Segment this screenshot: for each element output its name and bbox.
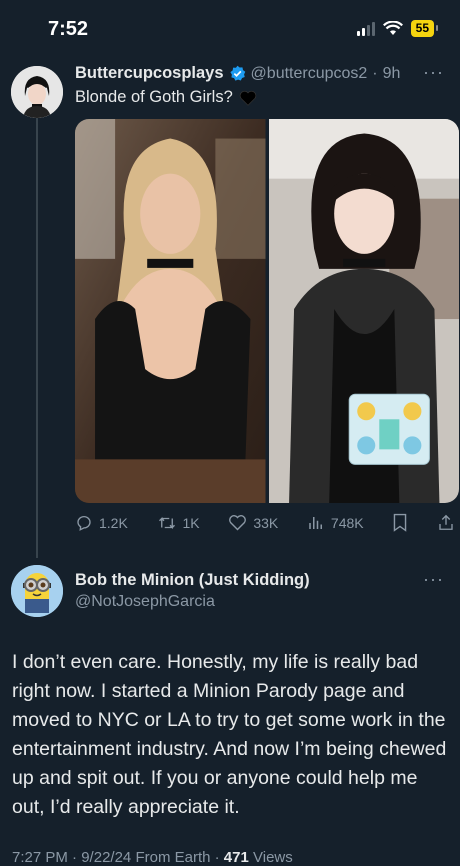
more-options-icon[interactable]: ··· — [423, 62, 444, 83]
tweet-text: Blonde of Goth Girls? — [75, 88, 257, 107]
retweet-icon — [158, 516, 175, 529]
separator-dot: · — [372, 64, 378, 82]
signal-icon — [356, 21, 375, 36]
views-count: 471 — [223, 849, 249, 866]
photo-goth[interactable] — [268, 119, 459, 503]
like-button[interactable]: 33K — [228, 514, 278, 531]
retweet-count: 1K — [182, 514, 200, 531]
status-indicators: 55 — [356, 20, 439, 37]
views-button[interactable]: 748K — [307, 514, 364, 532]
reply-button[interactable]: 1.2K — [75, 514, 128, 532]
analytics-icon — [309, 516, 322, 529]
like-count: 33K — [253, 514, 279, 531]
retweet-button[interactable]: 1K — [157, 514, 200, 532]
reply-icon — [77, 515, 91, 531]
author-handle[interactable]: @buttercupcos2 — [251, 65, 368, 83]
avatar[interactable] — [11, 565, 63, 617]
tweet-media[interactable] — [75, 119, 459, 503]
author-handle[interactable]: @NotJosephGarcia — [75, 593, 215, 611]
views-label: Views — [253, 849, 293, 866]
black-heart-icon — [239, 90, 256, 106]
heart-icon — [229, 515, 247, 531]
post-time[interactable]: 9h — [383, 65, 401, 83]
avatar[interactable] — [11, 66, 63, 118]
tweet-meta: 7:27 PM · 9/22/24 From Earth · 471 Views — [12, 849, 293, 866]
tweet-text-content: Blonde of Goth Girls? — [75, 88, 233, 106]
post-time: 7:27 PM — [12, 849, 68, 866]
share-button[interactable] — [437, 513, 455, 532]
reply-count: 1.2K — [99, 514, 128, 531]
photo-blonde[interactable] — [75, 119, 266, 503]
bookmark-icon — [394, 513, 407, 532]
author-name[interactable]: Buttercupcosplays — [75, 64, 224, 83]
wifi-icon — [382, 21, 403, 35]
post-date: 9/22/24 — [81, 849, 132, 866]
post-source: From Earth — [135, 849, 211, 866]
tweet-text: I don’t even care. Honestly, my life is … — [12, 651, 447, 818]
thread-line — [36, 118, 38, 558]
bookmark-button[interactable] — [392, 513, 408, 532]
share-icon — [439, 514, 453, 530]
tweet-header: Buttercupcosplays @buttercupcos2 · 9h — [75, 64, 400, 83]
tweet-actions: 1.2K 1K 33K 748K — [75, 513, 455, 532]
more-options-icon[interactable]: ··· — [423, 569, 444, 590]
battery-indicator: 55 — [410, 20, 439, 37]
author-name[interactable]: Bob the Minion (Just Kidding) — [75, 571, 310, 590]
verified-badge-icon — [229, 65, 245, 81]
status-time: 7:52 — [48, 18, 89, 40]
view-count: 748K — [330, 514, 364, 531]
